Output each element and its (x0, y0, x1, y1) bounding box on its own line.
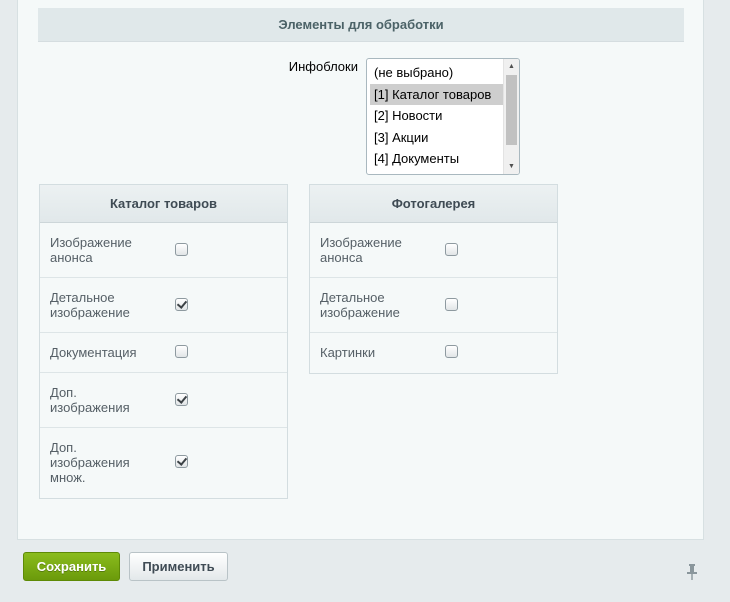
iblock-option[interactable]: (не выбрано) (370, 62, 503, 84)
table-row: Изображение анонса (40, 223, 287, 278)
scrollbar-thumb[interactable] (506, 75, 517, 145)
row-label: Изображение анонса (50, 235, 132, 265)
pin-icon[interactable] (686, 563, 698, 581)
checkbox[interactable] (175, 243, 188, 256)
checkbox[interactable] (175, 455, 188, 468)
apply-button[interactable]: Применить (129, 552, 228, 581)
table-row: Доп. изображения (40, 373, 287, 428)
listbox-scrollbar[interactable]: ▲ ▼ (503, 59, 519, 174)
catalog-table: Каталог товаров Изображение анонса Детал… (39, 184, 288, 499)
table-row: Картинки (310, 333, 557, 373)
iblock-option[interactable]: [2] Новости (370, 105, 503, 127)
row-label: Доп. изображения (50, 385, 130, 415)
row-label: Детальное изображение (50, 290, 130, 320)
iblocks-label: Инфоблоки (288, 59, 358, 74)
checkbox[interactable] (175, 393, 188, 406)
table-row: Детальное изображение (310, 278, 557, 333)
checkbox[interactable] (445, 243, 458, 256)
settings-panel: Элементы для обработки Инфоблоки (не выб… (17, 0, 704, 540)
iblock-option[interactable]: [3] Акции (370, 127, 503, 149)
iblocks-listbox[interactable]: (не выбрано) [1] Каталог товаров [2] Нов… (366, 58, 520, 175)
save-button[interactable]: Сохранить (23, 552, 120, 581)
checkbox[interactable] (175, 345, 188, 358)
checkbox[interactable] (445, 298, 458, 311)
section-title: Элементы для обработки (38, 8, 684, 42)
table-row: Доп. изображения множ. (40, 428, 287, 498)
table-row: Документация (40, 333, 287, 373)
table-row: Изображение анонса (310, 223, 557, 278)
arrow-down-icon[interactable]: ▼ (504, 159, 519, 174)
gallery-table-title: Фотогалерея (310, 185, 557, 223)
iblock-option[interactable]: [4] Документы (370, 148, 503, 170)
gallery-table: Фотогалерея Изображение анонса Детальное… (309, 184, 558, 374)
iblock-option-selected[interactable]: [1] Каталог товаров (370, 83, 503, 105)
row-label: Доп. изображения множ. (50, 440, 130, 485)
arrow-up-icon[interactable]: ▲ (504, 59, 519, 74)
catalog-table-title: Каталог товаров (40, 185, 287, 223)
row-label: Детальное изображение (320, 290, 400, 320)
row-label: Документация (50, 345, 137, 360)
checkbox[interactable] (175, 298, 188, 311)
table-row: Детальное изображение (40, 278, 287, 333)
row-label: Изображение анонса (320, 235, 402, 265)
row-label: Картинки (320, 345, 376, 360)
checkbox[interactable] (445, 345, 458, 358)
